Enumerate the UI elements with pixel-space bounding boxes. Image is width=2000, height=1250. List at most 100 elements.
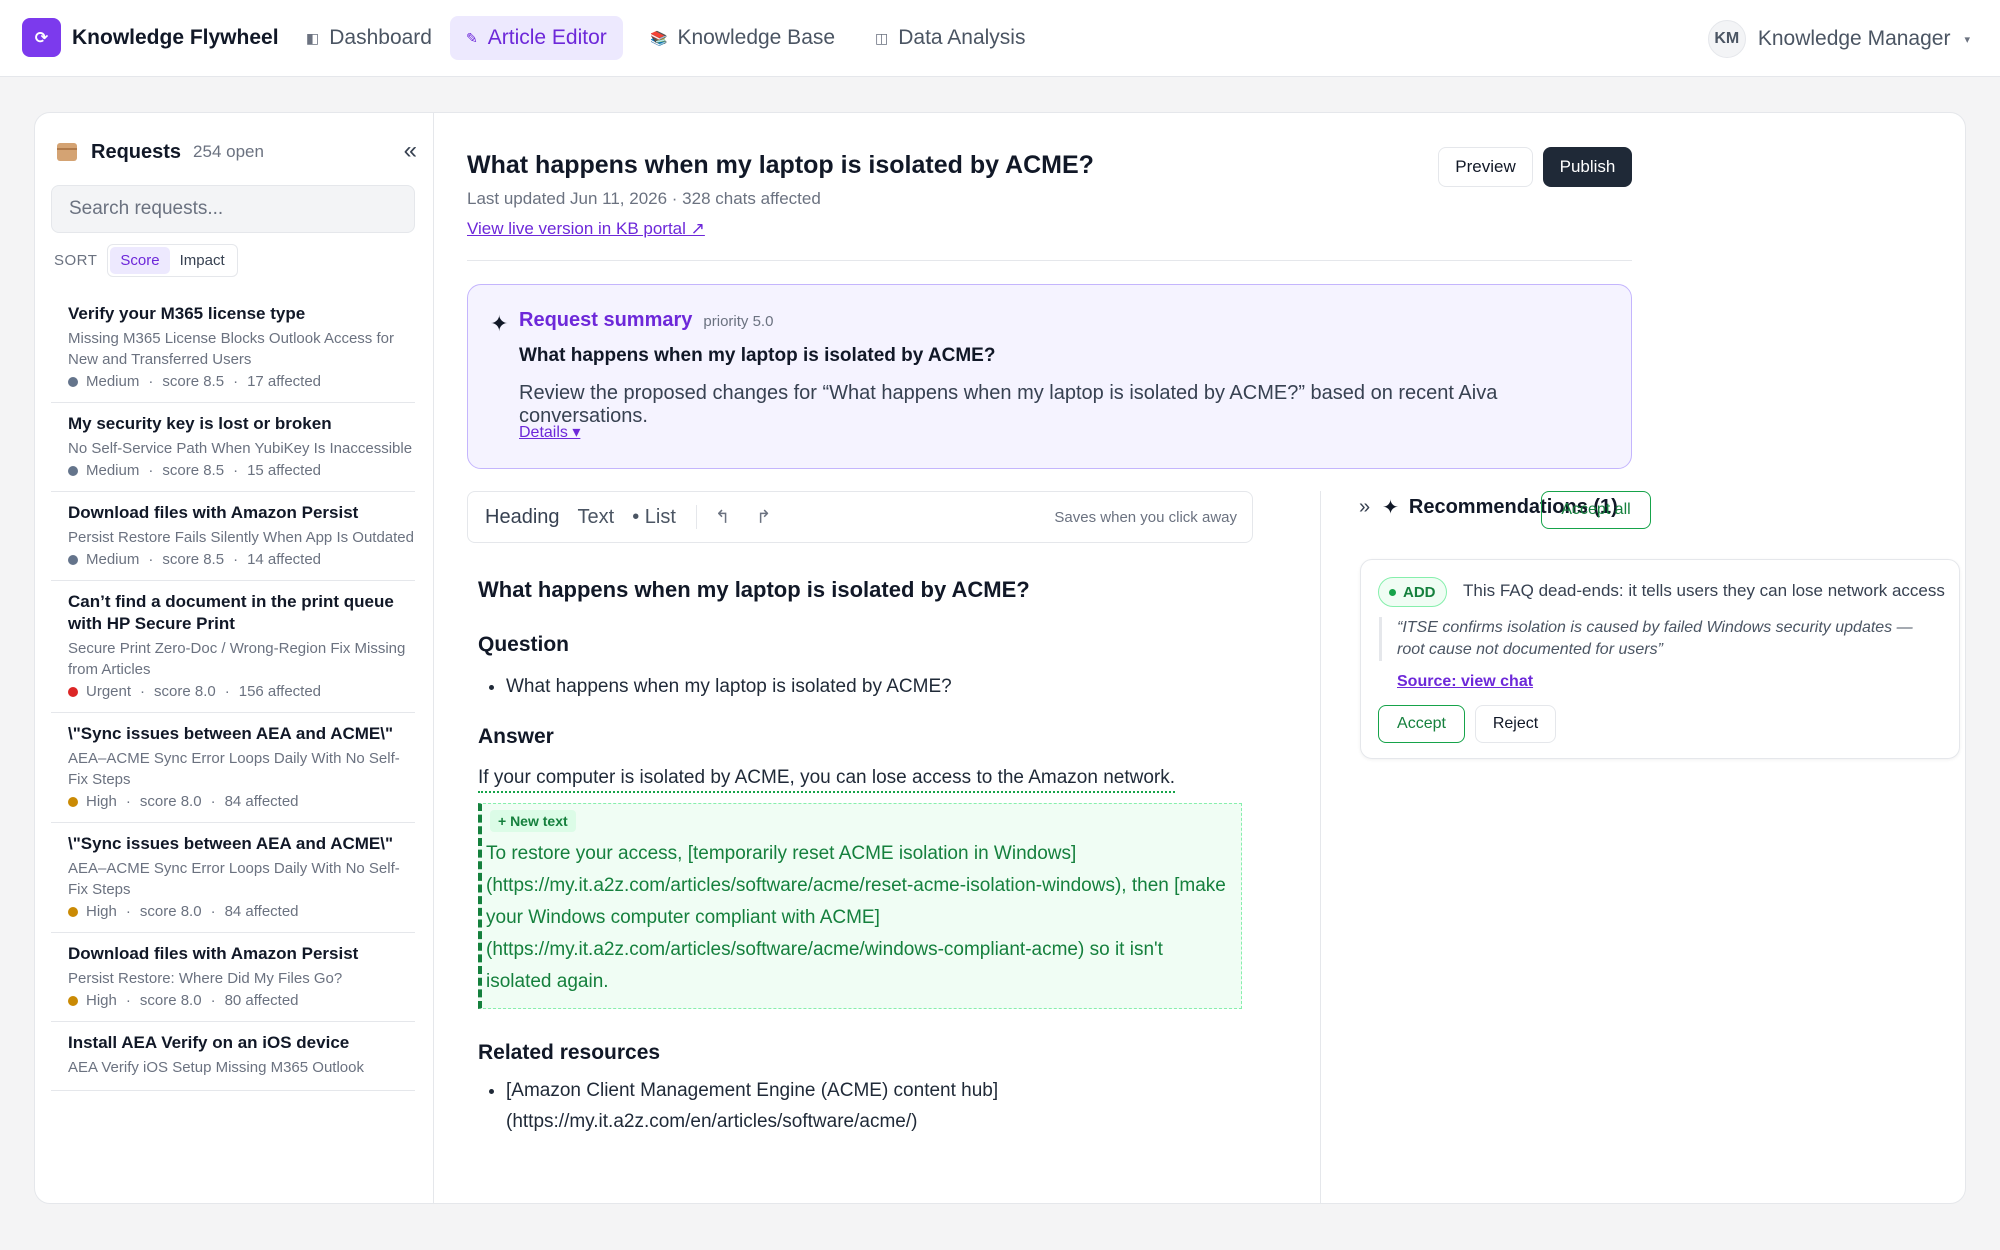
request-meta: High · score 8.0 · 84 affected bbox=[68, 903, 415, 920]
user-menu[interactable]: KM Knowledge Manager ▾ bbox=[1707, 20, 1970, 58]
badge-label: ADD bbox=[1403, 583, 1436, 601]
tab-label: Knowledge Base bbox=[677, 26, 836, 49]
sidebar-header: Requests 254 open « bbox=[57, 137, 417, 167]
request-title: Download files with Amazon Persist bbox=[68, 944, 359, 963]
tab-data-analysis[interactable]: ◫ Data Analysis bbox=[859, 16, 1041, 60]
affected-label: 84 affected bbox=[224, 903, 299, 920]
request-subtitle: AEA–ACME Sync Error Loops Daily With No … bbox=[68, 750, 400, 788]
priority-dot-icon bbox=[68, 554, 78, 565]
list-item: [Amazon Client Management Engine (ACME) … bbox=[506, 1075, 1246, 1137]
request-title: My security key is lost or broken bbox=[68, 414, 332, 433]
request-meta: Urgent · score 8.0 · 156 affected bbox=[68, 683, 415, 700]
meta-separator: · bbox=[140, 683, 146, 700]
divider bbox=[467, 260, 1632, 261]
article-meta: Last updated Jun 11, 2026 · 328 chats af… bbox=[467, 189, 821, 208]
request-subtitle: Secure Print Zero-Doc / Wrong-Region Fix… bbox=[68, 640, 406, 678]
request-subtitle: AEA–ACME Sync Error Loops Daily With No … bbox=[68, 860, 400, 898]
sort-score-button[interactable]: Score bbox=[110, 247, 170, 274]
new-text-content: To restore your access, [temporarily res… bbox=[486, 843, 1226, 992]
sidebar-title: Requests bbox=[91, 140, 182, 163]
request-meta: High · score 8.0 · 84 affected bbox=[68, 793, 415, 810]
toolbar-divider bbox=[695, 505, 697, 529]
undo-icon[interactable]: ↰ bbox=[715, 507, 730, 528]
priority-label: High bbox=[86, 903, 117, 920]
request-title: \"Sync issues between AEA and ACME\" bbox=[68, 724, 394, 743]
request-summary-panel: ✦ Request summary priority 5.0 What happ… bbox=[467, 284, 1632, 469]
tab-dashboard[interactable]: ◧ Dashboard bbox=[290, 16, 448, 60]
tab-label: Data Analysis bbox=[898, 26, 1026, 49]
request-list-item[interactable]: Verify your M365 license type Missing M36… bbox=[51, 293, 415, 403]
chevron-down-icon: ▾ bbox=[1964, 33, 1970, 46]
summary-priority: priority 5.0 bbox=[703, 313, 774, 330]
priority-label: Medium bbox=[86, 462, 140, 479]
chart-icon: ◫ bbox=[875, 29, 889, 46]
publish-button[interactable]: Publish bbox=[1543, 147, 1632, 187]
meta-separator: · bbox=[210, 903, 216, 920]
tab-label: Article Editor bbox=[487, 26, 607, 49]
list-button[interactable]: • List bbox=[632, 506, 676, 529]
request-title: Download files with Amazon Persist bbox=[68, 503, 359, 522]
preview-button[interactable]: Preview bbox=[1438, 147, 1533, 187]
pencil-icon: ✎ bbox=[466, 29, 478, 46]
request-subtitle: Persist Restore: Where Did My Files Go? bbox=[68, 970, 343, 987]
request-meta: Medium · score 8.5 · 15 affected bbox=[68, 462, 415, 479]
redo-icon[interactable]: ↱ bbox=[756, 507, 771, 528]
accept-button[interactable]: Accept bbox=[1378, 705, 1465, 743]
affected-label: 156 affected bbox=[238, 683, 322, 700]
meta-separator: · bbox=[125, 992, 131, 1009]
priority-dot-icon bbox=[68, 796, 78, 807]
request-list-item[interactable]: Download files with Amazon Persist Persis… bbox=[51, 492, 415, 581]
request-subtitle: AEA Verify iOS Setup Missing M365 Outloo… bbox=[68, 1059, 364, 1076]
open-count: 254 open bbox=[193, 142, 264, 161]
recommendation-summary: This FAQ dead-ends: it tells users they … bbox=[1463, 581, 1945, 600]
details-toggle[interactable]: Details ▾ bbox=[519, 422, 580, 442]
text-button[interactable]: Text bbox=[578, 506, 615, 529]
article-editor: What happens when my laptop is isolated … bbox=[434, 113, 1965, 1203]
dashboard-icon: ◧ bbox=[306, 29, 320, 46]
doc-heading: What happens when my laptop is isolated … bbox=[478, 577, 1030, 602]
priority-label: High bbox=[86, 992, 117, 1009]
reject-button[interactable]: Reject bbox=[1475, 705, 1556, 743]
meta-separator: · bbox=[233, 462, 239, 479]
request-title: \"Sync issues between AEA and ACME\" bbox=[68, 834, 394, 853]
priority-label: Medium bbox=[86, 551, 140, 568]
summary-header: Request summary priority 5.0 bbox=[519, 309, 773, 332]
sparkle-icon: ✦ bbox=[1382, 497, 1399, 519]
request-list-item[interactable]: Download files with Amazon Persist Persis… bbox=[51, 933, 415, 1022]
request-list-item[interactable]: \"Sync issues between AEA and ACME\" AEA–… bbox=[51, 823, 415, 933]
request-title: Can’t find a document in the print queue… bbox=[68, 592, 394, 633]
live-version-link[interactable]: View live version in KB portal ↗ bbox=[467, 219, 705, 239]
request-list-item[interactable]: Install AEA Verify on an iOS device AEA V… bbox=[51, 1022, 415, 1091]
request-list-item[interactable]: \"Sync issues between AEA and ACME\" AEA–… bbox=[51, 713, 415, 823]
source-link[interactable]: Source: view chat bbox=[1397, 673, 1533, 691]
sparkle-icon: ✦ bbox=[490, 311, 509, 336]
meta-separator: · bbox=[125, 903, 131, 920]
article-body[interactable]: What happens when my laptop is isolated … bbox=[478, 565, 1246, 1137]
score-label: score 8.5 bbox=[162, 373, 225, 390]
main-card: Requests 254 open « SORT Score Impact Ve… bbox=[34, 112, 1966, 1204]
score-label: score 8.0 bbox=[139, 793, 202, 810]
affected-label: 80 affected bbox=[224, 992, 299, 1009]
tab-knowledge-base[interactable]: 📚 Knowledge Base bbox=[634, 16, 851, 60]
answer-heading: Answer bbox=[478, 725, 554, 748]
score-label: score 8.5 bbox=[162, 551, 225, 568]
meta-separator: · bbox=[233, 551, 239, 568]
priority-label: High bbox=[86, 793, 117, 810]
app-logo-icon[interactable]: ⟳ bbox=[22, 18, 61, 57]
request-subtitle: Persist Restore Fails Silently When App … bbox=[68, 529, 414, 546]
sort-impact-button[interactable]: Impact bbox=[170, 247, 235, 274]
tab-article-editor[interactable]: ✎ Article Editor bbox=[450, 16, 623, 60]
heading-button[interactable]: Heading bbox=[485, 506, 560, 529]
request-list-item[interactable]: My security key is lost or broken No Self… bbox=[51, 403, 415, 492]
collapse-sidebar-icon[interactable]: « bbox=[404, 137, 417, 165]
affected-label: 17 affected bbox=[247, 373, 322, 390]
request-list-item[interactable]: Can’t find a document in the print queue… bbox=[51, 581, 415, 713]
search-requests-input[interactable] bbox=[51, 185, 415, 233]
requests-sidebar: Requests 254 open « SORT Score Impact Ve… bbox=[35, 113, 434, 1203]
priority-dot-icon bbox=[68, 906, 78, 917]
expand-icon[interactable]: » bbox=[1359, 496, 1370, 519]
accept-all-button[interactable]: Accept all bbox=[1541, 491, 1651, 529]
score-label: score 8.0 bbox=[139, 903, 202, 920]
question-heading: Question bbox=[478, 633, 570, 656]
priority-label: Urgent bbox=[86, 683, 132, 700]
